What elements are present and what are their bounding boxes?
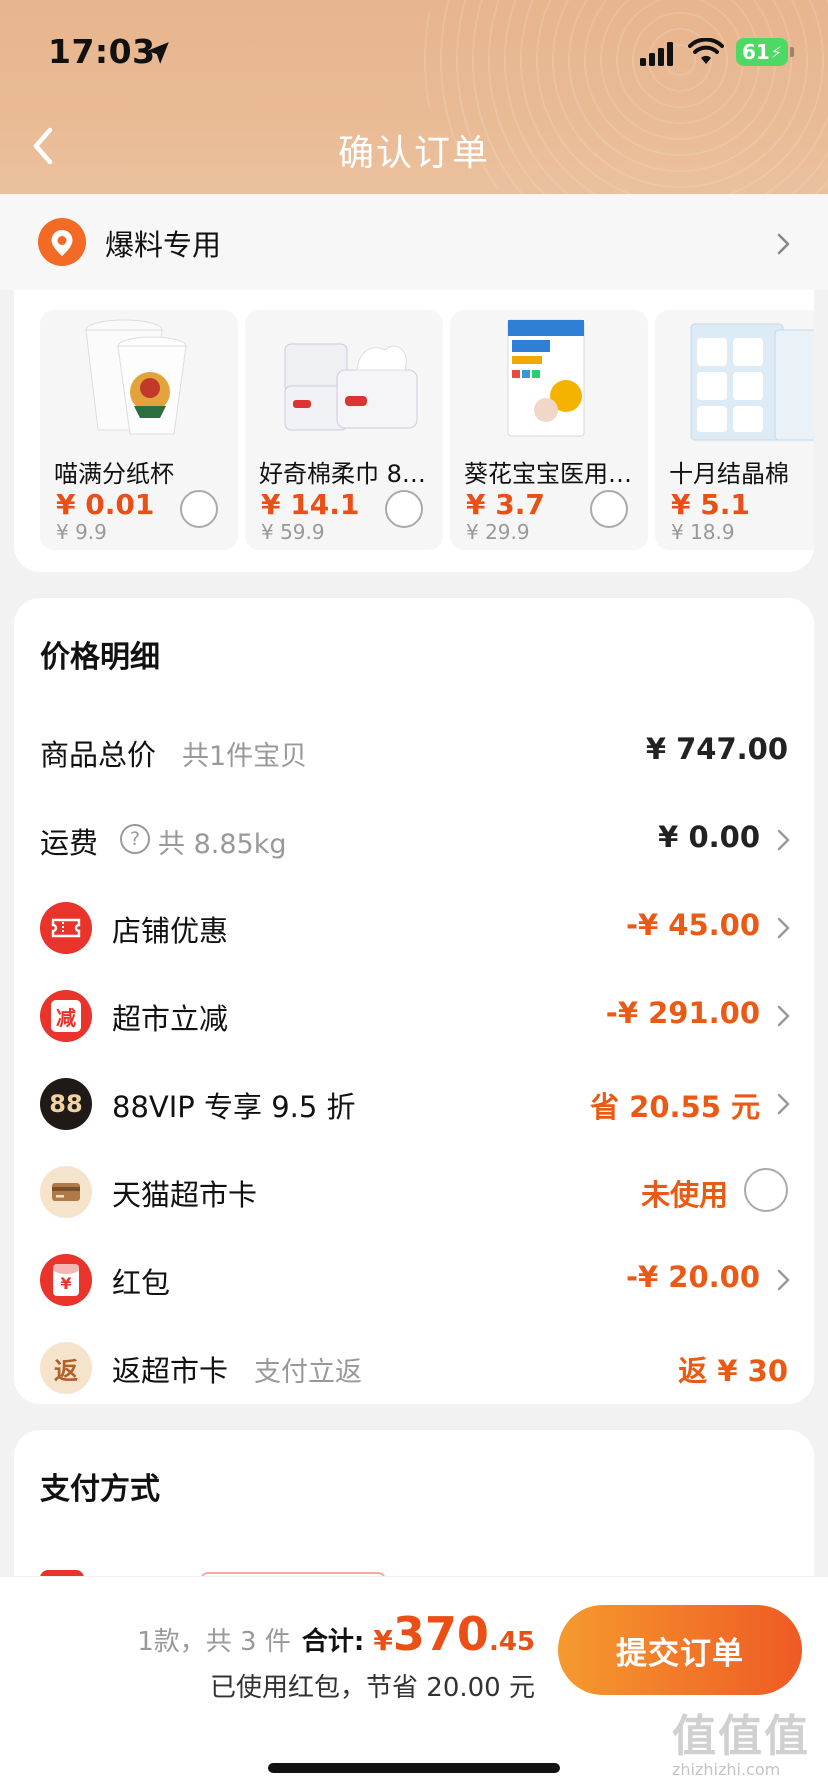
product-name: 好奇棉柔巾 8… [259, 460, 426, 488]
row-label: 商品总价 [40, 738, 157, 772]
row-red-envelope[interactable]: ¥ 红包 -¥ 20.00 [14, 1250, 814, 1310]
signal-icon [640, 42, 673, 66]
chevron-right-icon [777, 829, 790, 851]
address-row[interactable]: 爆料专用 [0, 194, 828, 290]
product-price: ¥ 0.01 [56, 488, 155, 521]
product-original-price: ¥ 18.9 [671, 520, 735, 544]
product-name: 十月结晶棉 [669, 460, 789, 488]
total-label: 合计: [301, 1627, 365, 1657]
price-detail-card: 价格明细 商品总价 共1件宝贝 ¥ 747.00 运费 ? 共 8.85kg ¥… [14, 598, 814, 1404]
vip-88-icon: 88 [40, 1078, 92, 1130]
product-card[interactable]: 喵满分纸杯 ¥ 0.01 ¥ 9.9 [40, 310, 238, 550]
row-vip-discount[interactable]: 88 88VIP 专享 9.5 折 省 20.55 元 [14, 1074, 814, 1134]
savings-note: 已使用红包，节省 20.00 元 [210, 1673, 535, 1703]
row-sub: 共 8.85kg [158, 829, 287, 860]
row-value: 未使用 [640, 1178, 728, 1212]
home-indicator[interactable] [268, 1763, 560, 1773]
row-value: -¥ 20.00 [625, 1260, 760, 1294]
ticket-icon [40, 902, 92, 954]
row-supermarket-discount[interactable]: 减 超市立减 -¥ 291.00 [14, 986, 814, 1046]
product-card[interactable]: 葵花宝宝医用… ¥ 3.7 ¥ 29.9 [450, 310, 648, 550]
product-select-radio[interactable] [180, 490, 218, 528]
row-value: 返 ¥ 30 [678, 1354, 788, 1388]
submit-order-label: 提交订单 [616, 1635, 744, 1672]
total-integer: 370 [392, 1607, 489, 1661]
tmall-card-radio[interactable] [744, 1168, 788, 1212]
chevron-right-icon [777, 1269, 790, 1291]
address-label: 爆料专用 [105, 228, 222, 262]
row-shipping[interactable]: 运费 ? 共 8.85kg ¥ 0.00 [14, 810, 814, 870]
row-label: 返超市卡 [112, 1354, 229, 1388]
product-original-price: ¥ 59.9 [261, 520, 325, 544]
help-icon[interactable]: ? [120, 824, 150, 854]
tissue-pack-image [284, 343, 418, 431]
row-sub: 共1件宝贝 [182, 741, 308, 772]
chevron-right-icon [777, 1005, 790, 1027]
order-total: 1款，共 3 件 合计: ¥370.45 [137, 1607, 535, 1661]
bolt-icon: ⚡ [770, 42, 783, 62]
card-icon [40, 1166, 92, 1218]
product-name: 葵花宝宝医用… [464, 460, 632, 488]
product-price: ¥ 14.1 [261, 488, 360, 521]
row-cashback: 返 返超市卡 支付立返 返 ¥ 30 [14, 1338, 814, 1398]
product-card[interactable]: 好奇棉柔巾 8… ¥ 14.1 ¥ 59.9 [245, 310, 443, 550]
product-original-price: ¥ 9.9 [56, 520, 107, 544]
red-envelope-text: ¥ [60, 1274, 72, 1293]
row-label: 88VIP 专享 9.5 折 [112, 1090, 356, 1124]
price-detail-title: 价格明细 [40, 640, 160, 675]
location-arrow-icon [147, 42, 169, 64]
total-currency: ¥ [373, 1624, 393, 1657]
row-value: -¥ 45.00 [625, 908, 760, 942]
discount-badge-text: 减 [56, 1005, 76, 1030]
product-name: 喵满分纸杯 [54, 460, 174, 488]
wifi-icon [688, 38, 724, 64]
payment-title: 支付方式 [40, 1472, 160, 1507]
watermark: 值值值 zhizhizhi.com [672, 1700, 822, 1779]
row-label: 超市立减 [112, 1002, 229, 1036]
discount-badge-icon: 减 [40, 990, 92, 1042]
battery-level: 61 [741, 40, 770, 64]
chevron-right-icon [777, 1093, 790, 1115]
battery-charging-icon: 61 ⚡ [736, 38, 788, 66]
vip-88-text: 88 [49, 1090, 83, 1118]
product-carousel[interactable]: 喵满分纸杯 ¥ 0.01 ¥ 9.9 好奇棉柔巾 8… ¥ 14.1 ¥ 59.… [40, 310, 814, 550]
product-card[interactable]: 十月结晶棉 ¥ 5.1 ¥ 18.9 [655, 310, 814, 550]
total-decimal: .45 [488, 1627, 535, 1657]
row-label: 运费 [40, 826, 99, 860]
submit-order-button[interactable]: 提交订单 [558, 1605, 802, 1695]
row-value: ¥ 747.00 [645, 732, 788, 766]
status-bar: 17:03 61 ⚡ [0, 0, 828, 100]
row-value: 省 20.55 元 [590, 1090, 760, 1124]
item-count: 1款，共 3 件 [137, 1627, 291, 1657]
cashback-icon-text: 返 [54, 1356, 78, 1385]
status-time: 17:03 [48, 32, 156, 71]
row-label: 红包 [112, 1266, 171, 1300]
product-select-radio[interactable] [385, 490, 423, 528]
page-title: 确认订单 [337, 133, 490, 174]
row-label: 店铺优惠 [112, 914, 229, 948]
product-price: ¥ 5.1 [671, 488, 750, 521]
row-store-discount[interactable]: 店铺优惠 -¥ 45.00 [14, 898, 814, 958]
row-value: -¥ 291.00 [605, 996, 760, 1030]
product-price: ¥ 3.7 [466, 488, 545, 521]
fever-patch-box-image [507, 319, 585, 437]
product-select-radio[interactable] [590, 490, 628, 528]
product-original-price: ¥ 29.9 [466, 520, 530, 544]
row-value: ¥ 0.00 [658, 820, 760, 854]
row-item-total: 商品总价 共1件宝贝 ¥ 747.00 [14, 722, 814, 782]
cashback-icon: 返 [40, 1342, 92, 1394]
watermark-logo: 值值值 [672, 1711, 810, 1762]
red-envelope-icon: ¥ [40, 1254, 92, 1306]
location-pin-icon [38, 218, 86, 266]
header: 17:03 61 ⚡ 确认订单 [0, 0, 828, 194]
row-sub: 支付立返 [254, 1357, 362, 1388]
paper-cup-image [85, 319, 187, 435]
row-label: 天猫超市卡 [112, 1178, 258, 1212]
chevron-right-icon [777, 917, 790, 939]
products-card: 喵满分纸杯 ¥ 0.01 ¥ 9.9 好奇棉柔巾 8… ¥ 14.1 ¥ 59.… [14, 290, 814, 572]
cotton-pads-image [690, 323, 814, 441]
chevron-right-icon [777, 233, 790, 255]
row-tmall-card[interactable]: 天猫超市卡 未使用 [14, 1162, 814, 1222]
battery-cap [790, 47, 794, 57]
